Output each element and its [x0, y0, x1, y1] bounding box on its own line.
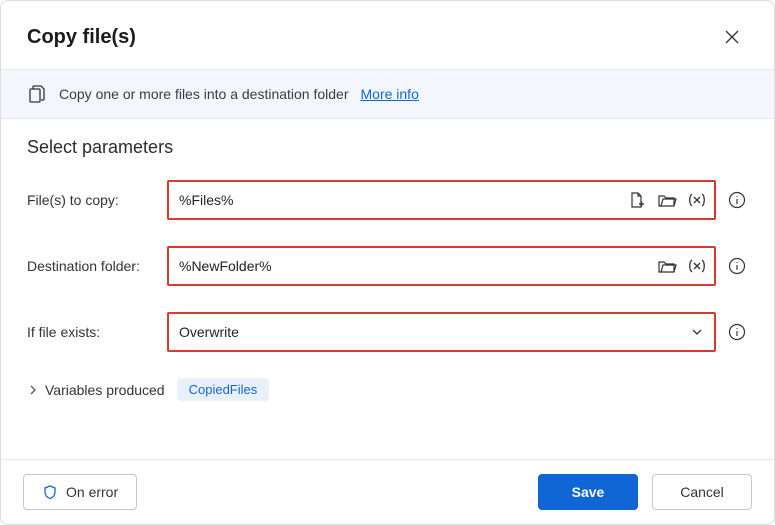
field-destination-folder: [167, 246, 716, 286]
select-if-exists-value: Overwrite: [179, 324, 686, 340]
label-destination-folder: Destination folder:: [27, 258, 167, 274]
file-picker-button[interactable]: [626, 189, 648, 211]
folder-open-icon: [657, 257, 677, 275]
copy-icon: [27, 84, 47, 104]
chevron-down-icon: [690, 325, 704, 339]
variable-picker-button[interactable]: [686, 255, 708, 277]
chevron-right-icon: [27, 384, 39, 396]
input-destination-folder[interactable]: [179, 258, 656, 274]
info-banner: Copy one or more files into a destinatio…: [1, 69, 774, 119]
field-icons: [686, 321, 708, 343]
footer-actions: Save Cancel: [538, 474, 752, 510]
section-title: Select parameters: [27, 137, 748, 158]
folder-picker-button[interactable]: [656, 255, 678, 277]
param-row-files: File(s) to copy:: [27, 180, 748, 220]
file-add-icon: [628, 191, 646, 209]
info-icon: [728, 323, 746, 341]
variable-picker-button[interactable]: [686, 189, 708, 211]
banner-text: Copy one or more files into a destinatio…: [59, 86, 349, 102]
variable-chip-copiedfiles[interactable]: CopiedFiles: [177, 378, 270, 401]
variables-produced-row: Variables produced CopiedFiles: [27, 378, 748, 401]
param-row-destination: Destination folder:: [27, 246, 748, 286]
dropdown-toggle[interactable]: [686, 321, 708, 343]
on-error-label: On error: [66, 484, 118, 500]
variable-icon: [686, 191, 708, 209]
on-error-button[interactable]: On error: [23, 474, 137, 510]
info-button-if-exists[interactable]: [726, 321, 748, 343]
dialog-footer: On error Save Cancel: [1, 459, 774, 524]
label-if-file-exists: If file exists:: [27, 324, 167, 340]
parameters-section: Select parameters File(s) to copy:: [1, 119, 774, 459]
field-files-to-copy: [167, 180, 716, 220]
field-icons: [626, 189, 708, 211]
close-button[interactable]: [716, 21, 748, 53]
param-row-if-exists: If file exists: Overwrite: [27, 312, 748, 352]
save-label: Save: [572, 484, 605, 500]
dialog-header: Copy file(s): [1, 1, 774, 69]
variables-label: Variables produced: [45, 382, 165, 398]
cancel-button[interactable]: Cancel: [652, 474, 752, 510]
more-info-link[interactable]: More info: [361, 86, 419, 102]
folder-picker-button[interactable]: [656, 189, 678, 211]
label-files-to-copy: File(s) to copy:: [27, 192, 167, 208]
dialog-title: Copy file(s): [27, 26, 136, 49]
info-icon: [728, 191, 746, 209]
variables-toggle[interactable]: Variables produced: [27, 382, 165, 398]
cancel-label: Cancel: [680, 484, 724, 500]
input-files-to-copy[interactable]: [179, 192, 626, 208]
info-button-files[interactable]: [726, 189, 748, 211]
folder-open-icon: [657, 191, 677, 209]
dialog-copy-files: Copy file(s) Copy one or more files into…: [0, 0, 775, 525]
shield-icon: [42, 484, 58, 500]
variable-icon: [686, 257, 708, 275]
info-button-destination[interactable]: [726, 255, 748, 277]
field-icons: [656, 255, 708, 277]
info-icon: [728, 257, 746, 275]
close-icon: [725, 30, 739, 44]
save-button[interactable]: Save: [538, 474, 638, 510]
field-if-file-exists[interactable]: Overwrite: [167, 312, 716, 352]
